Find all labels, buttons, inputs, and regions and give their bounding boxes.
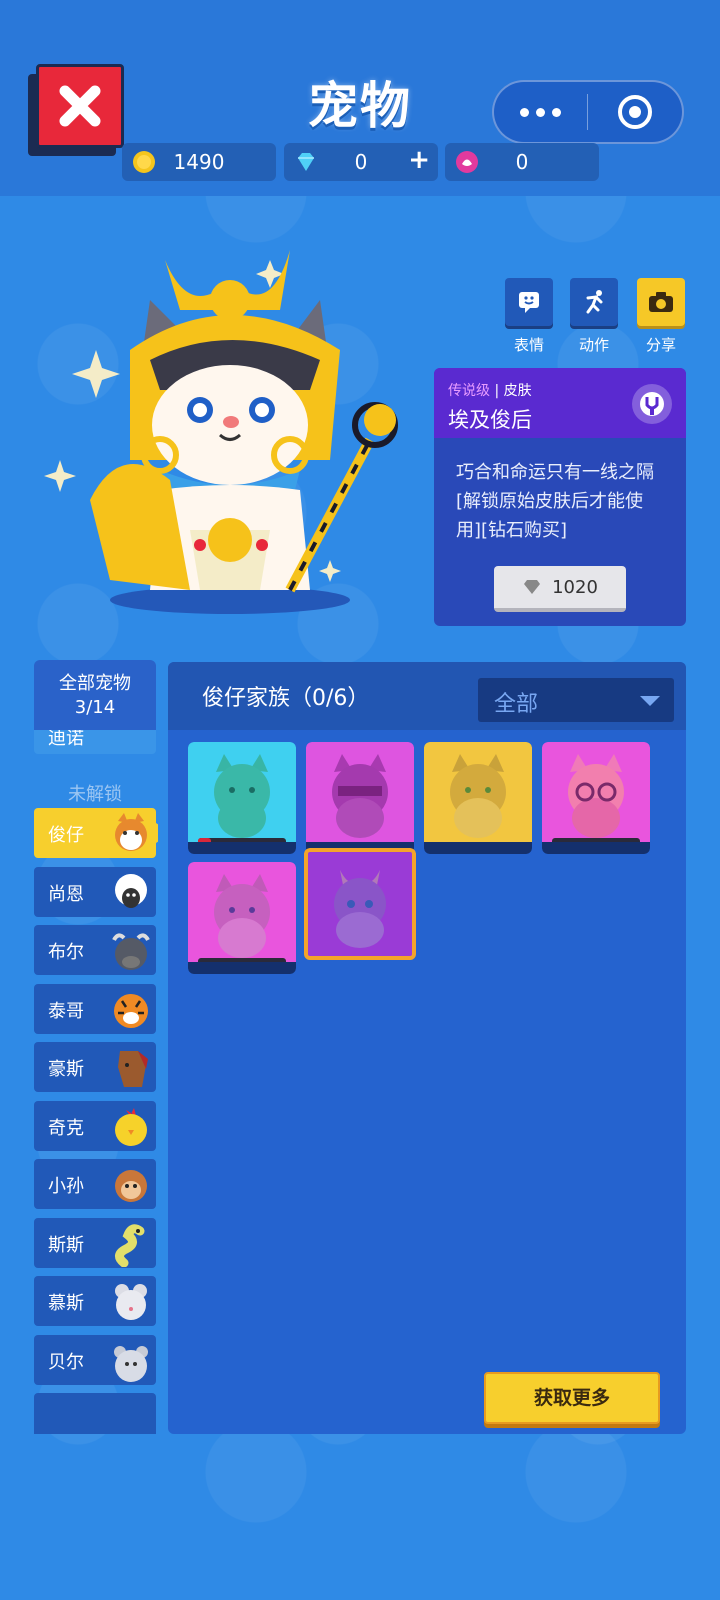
skin-info-card: 传说级 | 皮肤 埃及俊后 巧合和命运只有一线之隔 [解锁原始皮肤后才能使用][… bbox=[434, 368, 686, 626]
pet-item-label: 豪斯 bbox=[48, 1059, 84, 1080]
pink-skin-icon bbox=[214, 874, 270, 958]
pet-item-qike[interactable]: 奇克 bbox=[34, 1101, 156, 1151]
chick-avatar-icon bbox=[115, 1108, 147, 1146]
skin-tile[interactable] bbox=[188, 742, 296, 854]
pet-skin-illustration bbox=[44, 250, 398, 614]
buffalo-avatar-icon bbox=[112, 933, 150, 970]
coin-balance: 1490 bbox=[122, 143, 276, 181]
skin-category: 皮肤 bbox=[503, 383, 532, 399]
add-diamond-button[interactable]: + bbox=[408, 145, 430, 175]
action-icon bbox=[586, 290, 603, 314]
pet-item-label: 尚恩 bbox=[48, 884, 84, 905]
rarity-badge-icon bbox=[632, 384, 672, 424]
pet-item-label: 斯斯 bbox=[48, 1235, 84, 1256]
pet-item-label: 泰哥 bbox=[48, 1001, 84, 1022]
monkey-avatar-icon bbox=[115, 1170, 147, 1202]
skin-description-line1: 巧合和命运只有一线之隔 bbox=[456, 462, 654, 483]
filter-value: 全部 bbox=[494, 692, 539, 717]
pet-item-label: 贝尔 bbox=[48, 1352, 84, 1373]
pet-item-label: 迪诺 bbox=[48, 728, 84, 749]
page-title: 宠物 bbox=[308, 77, 412, 135]
skin-tile[interactable] bbox=[306, 742, 414, 854]
target-icon[interactable] bbox=[588, 95, 682, 129]
emoji-label: 表情 bbox=[513, 336, 544, 354]
pet-item-next[interactable] bbox=[34, 1393, 156, 1434]
ninja-skin-icon bbox=[332, 754, 388, 838]
shiba-gold-skin-icon bbox=[450, 754, 506, 838]
token-balance: 0 bbox=[445, 143, 599, 181]
sheep-avatar-icon bbox=[115, 874, 147, 908]
pet-item-label: 俊仔 bbox=[48, 825, 84, 846]
horse-avatar-icon bbox=[118, 1051, 148, 1087]
share-button[interactable]: 分享 bbox=[637, 278, 685, 355]
pet-item-label: 奇克 bbox=[48, 1118, 84, 1139]
family-title: 俊仔家族（0/6） bbox=[202, 686, 370, 711]
snake-avatar-icon bbox=[115, 1224, 145, 1267]
shiba-skin-icon bbox=[214, 754, 270, 838]
more-dots-icon[interactable] bbox=[494, 107, 587, 117]
skin-tile[interactable] bbox=[542, 742, 650, 854]
coin-value: 1490 bbox=[173, 150, 225, 174]
action-label: 动作 bbox=[578, 336, 609, 354]
pet-item-label: 布尔 bbox=[48, 942, 84, 963]
diamond-buy-button[interactable]: 1020 bbox=[494, 566, 626, 612]
egypt-queen-skin-icon bbox=[334, 870, 386, 948]
pet-item-beier[interactable]: 贝尔 bbox=[34, 1335, 156, 1385]
pet-item-dino[interactable]: 迪诺 bbox=[34, 728, 156, 754]
emoji-button[interactable]: 表情 bbox=[505, 278, 553, 355]
close-button[interactable] bbox=[28, 64, 124, 156]
chevron-down-icon bbox=[640, 696, 660, 706]
skin-tile[interactable] bbox=[424, 742, 532, 854]
pet-item-sisi[interactable]: 斯斯 bbox=[34, 1218, 156, 1268]
pet-item-musi[interactable]: 慕斯 bbox=[34, 1276, 156, 1326]
pet-item-label: 小孙 bbox=[48, 1176, 84, 1197]
locked-section-label: 未解锁 bbox=[68, 784, 122, 805]
close-x-icon bbox=[59, 85, 101, 127]
emoji-icon bbox=[519, 292, 539, 313]
skin-tile-selected[interactable] bbox=[304, 848, 416, 962]
pet-item-taige[interactable]: 泰哥 bbox=[34, 984, 156, 1034]
rarity-label: 传说级 bbox=[448, 383, 490, 399]
filter-dropdown[interactable]: 全部 bbox=[478, 678, 674, 722]
shiba-avatar-icon bbox=[115, 813, 147, 851]
diamond-price-icon bbox=[524, 580, 541, 594]
skin-panel-header: 俊仔家族（0/6） 全部 bbox=[168, 662, 686, 730]
pet-item-label: 慕斯 bbox=[48, 1293, 84, 1314]
camera-icon bbox=[649, 292, 673, 312]
all-pets-count: 3/14 bbox=[74, 697, 116, 718]
mini-program-capsule bbox=[492, 80, 684, 144]
pet-item-xiaosun[interactable]: 小孙 bbox=[34, 1159, 156, 1209]
mouse-avatar-icon bbox=[115, 1284, 147, 1320]
pet-item-buer[interactable]: 布尔 bbox=[34, 925, 156, 975]
glasses-skin-icon bbox=[568, 754, 624, 838]
skin-price: 1020 bbox=[552, 576, 598, 598]
share-label: 分享 bbox=[645, 336, 676, 354]
pet-list[interactable]: 迪诺 未解锁 俊仔 尚恩 布尔 泰哥 豪斯 奇克 小孙 斯斯 慕斯 贝尔 bbox=[34, 728, 158, 1434]
all-pets-label: 全部宠物 bbox=[59, 673, 131, 694]
rarity-separator: | bbox=[490, 383, 504, 399]
skin-panel: 俊仔家族（0/6） 全部 bbox=[168, 662, 686, 1434]
pet-item-junzai[interactable]: 俊仔 bbox=[34, 808, 158, 858]
pet-item-shangen[interactable]: 尚恩 bbox=[34, 867, 156, 917]
action-button[interactable]: 动作 bbox=[570, 278, 618, 355]
tiger-avatar-icon bbox=[114, 994, 148, 1028]
skin-description-line2: [解锁原始皮肤后才能使用][钻石购买] bbox=[456, 491, 644, 541]
get-more-button[interactable]: 获取更多 bbox=[484, 1372, 660, 1424]
skin-tile[interactable] bbox=[188, 862, 296, 974]
all-pets-tab[interactable]: 全部宠物 3/14 bbox=[34, 660, 156, 730]
pet-item-haosi[interactable]: 豪斯 bbox=[34, 1042, 156, 1092]
diamond-balance: 0 + bbox=[284, 143, 438, 181]
token-value: 0 bbox=[515, 150, 529, 174]
bear-avatar-icon bbox=[114, 1346, 148, 1382]
